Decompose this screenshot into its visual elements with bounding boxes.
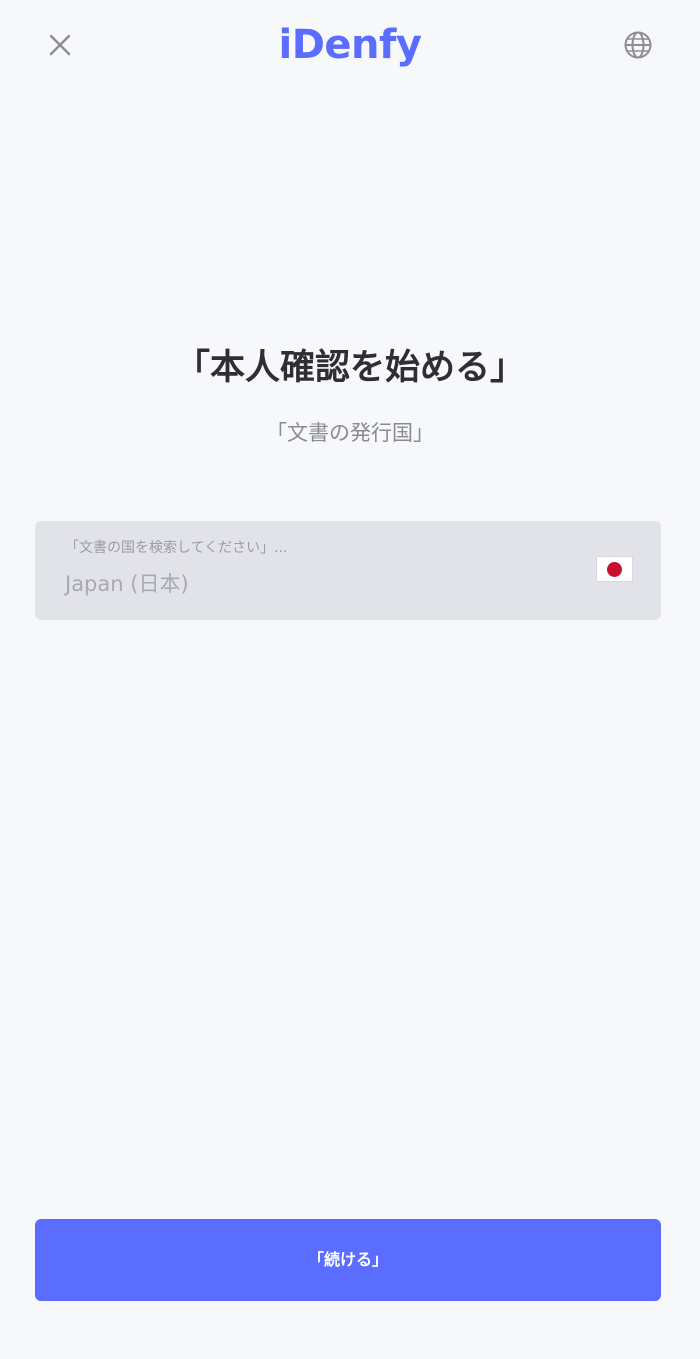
- country-field-label: 「文書の国を検索してください」...: [65, 540, 288, 556]
- japan-flag-icon: [597, 557, 632, 581]
- page-subtitle: 「文書の発行国」: [266, 421, 434, 445]
- page-title: 「本人確認を始める」: [174, 348, 525, 388]
- flag-sun-disc: [607, 561, 622, 577]
- idenfy-logo: iDenfy: [278, 22, 423, 68]
- country-field-value: Japan (日本): [65, 572, 189, 596]
- globe-icon: [624, 31, 652, 59]
- verification-screen: iDenfy 「本人確認を始める」 「文書の発行国」 「文書の国を検索してくださ…: [0, 0, 700, 1359]
- close-icon: [49, 34, 71, 56]
- header: iDenfy: [0, 0, 700, 90]
- country-select[interactable]: 「文書の国を検索してください」... Japan (日本): [35, 521, 661, 620]
- close-button[interactable]: [36, 22, 84, 68]
- continue-button[interactable]: 「続ける」: [35, 1219, 661, 1301]
- language-button[interactable]: [614, 22, 662, 68]
